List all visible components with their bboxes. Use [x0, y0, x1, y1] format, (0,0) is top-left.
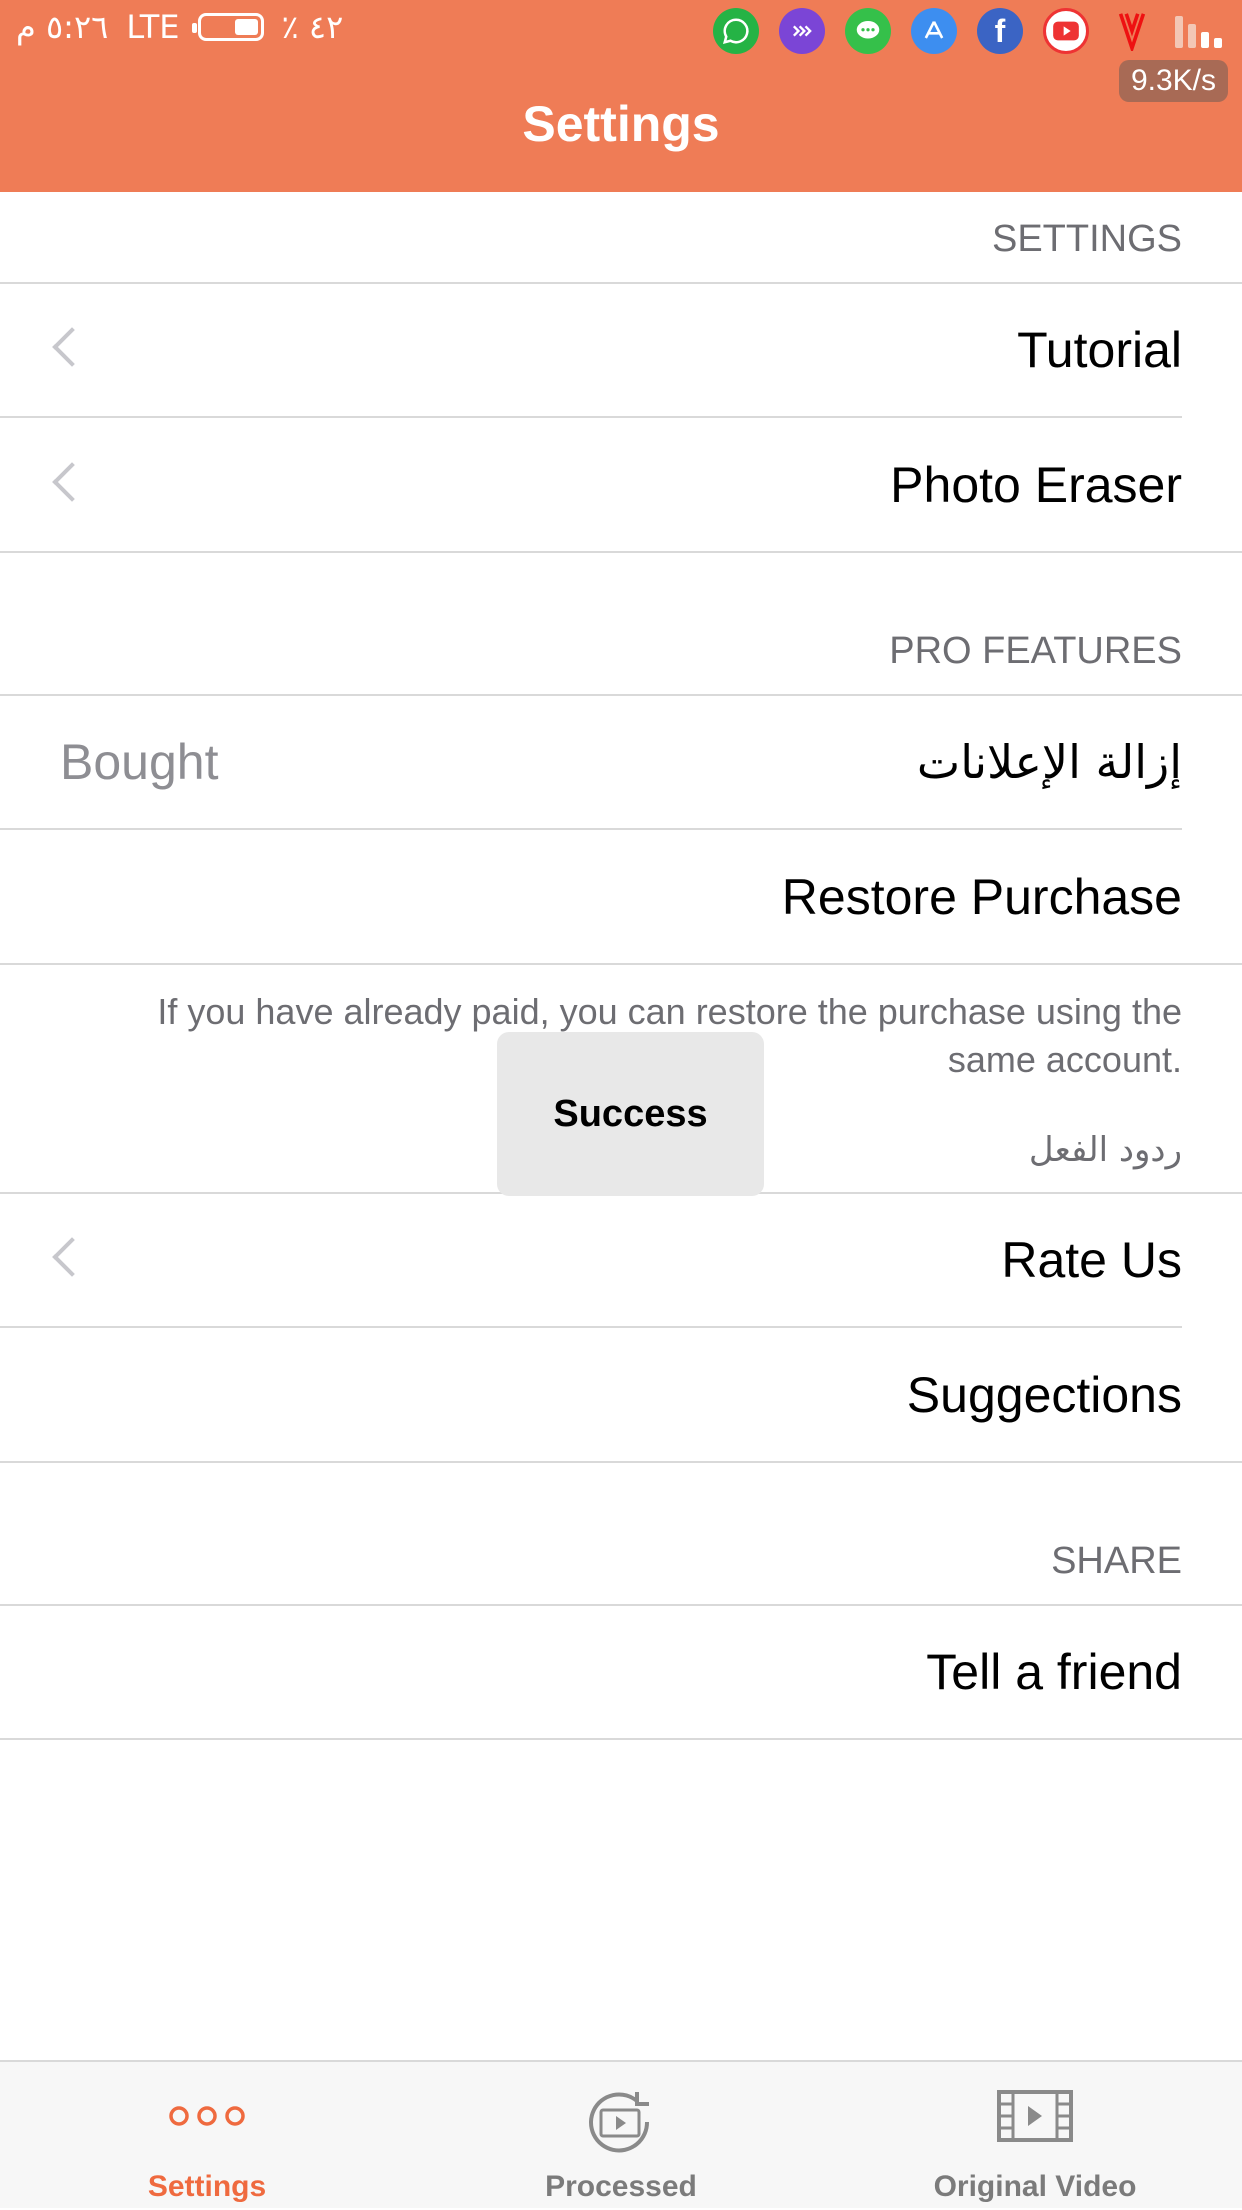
chevron-left-icon: [52, 1237, 92, 1277]
battery-fill: [234, 19, 258, 35]
toast-text: Success: [553, 1092, 708, 1135]
row-label: إزالة الإعلانات: [916, 735, 1182, 789]
tab-label: Original Video: [933, 2170, 1137, 2203]
divider: [0, 1461, 1242, 1463]
row-restore-purchase[interactable]: Restore Purchase: [0, 830, 1242, 964]
row-suggestions[interactable]: Suggections: [0, 1328, 1242, 1462]
status-left: ٥:٢٦ م LTE ٪ ٤٢: [16, 8, 343, 46]
messages-icon: [845, 8, 891, 54]
facebook-icon: f: [977, 8, 1023, 54]
app-store-icon: [911, 8, 957, 54]
divider: [0, 551, 1242, 553]
battery-percent: ٪ ٤٢: [281, 8, 344, 46]
chevron-left-icon: [52, 327, 92, 367]
page-title: Settings: [522, 96, 720, 152]
tab-bar: Settings Processed Original Video: [0, 2060, 1242, 2208]
youtube-icon: [1043, 8, 1089, 54]
tab-original-video[interactable]: Original Video: [828, 2062, 1242, 2210]
row-label: Suggections: [906, 1367, 1182, 1423]
row-label: Rate Us: [1001, 1232, 1182, 1288]
row-rate-us[interactable]: Rate Us: [0, 1193, 1242, 1327]
signal-icon: [1175, 14, 1222, 48]
row-label: Tutorial: [1017, 322, 1182, 378]
film-icon: [995, 2084, 1075, 2153]
purchase-status: Bought: [60, 734, 219, 790]
row-tutorial[interactable]: Tutorial: [0, 283, 1242, 417]
messenger-bot-icon: [779, 8, 825, 54]
row-tell-a-friend[interactable]: Tell a friend: [0, 1605, 1242, 1739]
vodafone-icon: [1109, 8, 1155, 54]
tab-processed[interactable]: Processed: [414, 2062, 828, 2210]
chevron-left-icon: [52, 462, 92, 502]
section-header-settings: SETTINGS: [991, 218, 1182, 260]
divider: [0, 1738, 1242, 1740]
tab-label: Processed: [545, 2170, 697, 2203]
network-type: LTE: [126, 8, 180, 46]
row-label: Tell a friend: [926, 1644, 1182, 1700]
status-time: ٥:٢٦ م: [16, 8, 109, 46]
battery-icon: [191, 13, 264, 41]
section-header-feedback: ردود الفعل: [1028, 1130, 1182, 1170]
whatsapp-icon: [713, 8, 759, 54]
success-toast: Success: [497, 1032, 764, 1196]
section-header-pro: PRO FEATURES: [889, 630, 1182, 672]
row-label: Restore Purchase: [781, 869, 1182, 925]
row-remove-ads[interactable]: Bought إزالة الإعلانات: [0, 695, 1242, 829]
row-photo-eraser[interactable]: Photo Eraser: [0, 418, 1242, 552]
status-bar: ٥:٢٦ م LTE ٪ ٤٢ f 9.3K/s: [0, 0, 1242, 102]
row-label: Photo Eraser: [890, 457, 1182, 513]
notification-icons: f: [713, 8, 1222, 54]
section-header-share: SHARE: [1051, 1540, 1182, 1582]
app-header: ٥:٢٦ م LTE ٪ ٤٢ f 9.3K/s Settings: [0, 0, 1242, 192]
more-dots-icon: [167, 2104, 247, 2133]
tab-settings[interactable]: Settings: [0, 2062, 414, 2210]
divider: [0, 963, 1242, 965]
tab-label: Settings: [147, 2170, 267, 2203]
processed-video-icon: [581, 2084, 661, 2165]
